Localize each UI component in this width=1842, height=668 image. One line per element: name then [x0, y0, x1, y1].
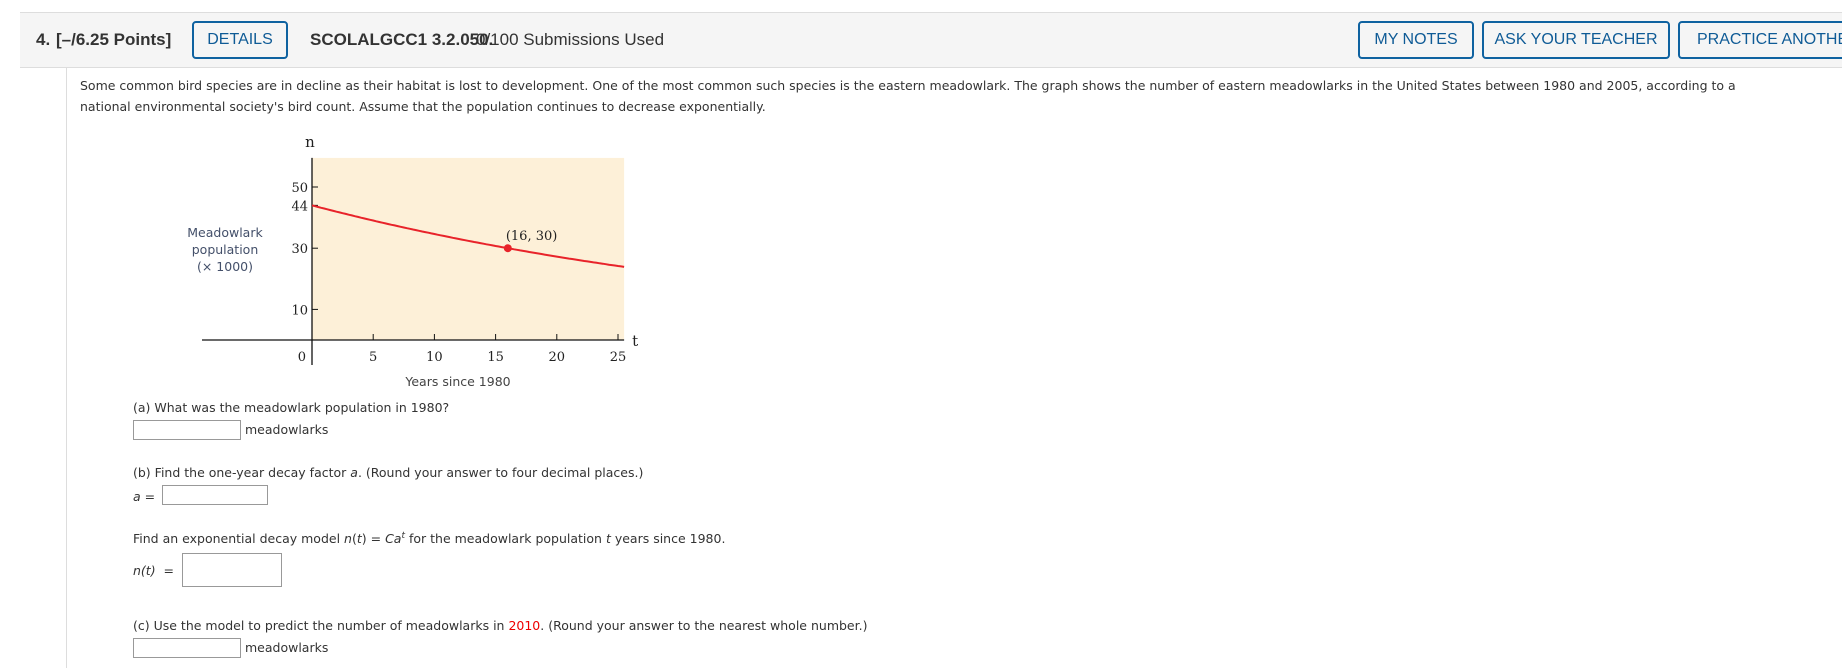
f-ca: Ca [385, 531, 402, 547]
x-tick-label: 20 [549, 350, 566, 365]
plot-background [312, 157, 625, 340]
model-prefix: Find an exponential decay model [133, 531, 345, 547]
model-input[interactable] [182, 553, 282, 587]
f-eq: ) = [361, 531, 386, 547]
f-n: n [344, 531, 352, 547]
a-label: a = [133, 489, 156, 504]
x-axis-variable: t [632, 332, 638, 350]
b-var: a [350, 465, 358, 480]
model-suffix-1: for the meadowlark population [405, 531, 606, 547]
y-axis-label-line: (× 1000) [197, 259, 253, 274]
my-notes-button[interactable]: MY NOTES [1358, 21, 1474, 59]
origin-label: 0 [298, 350, 306, 365]
question-a-unit: meadowlarks [245, 422, 329, 437]
x-tick-label: 15 [487, 350, 504, 365]
question-c-prompt: (c) Use the model to predict the number … [133, 618, 867, 633]
practice-another-button[interactable]: PRACTICE ANOTHER [1678, 21, 1842, 59]
b-suffix: . (Round your answer to four decimal pla… [357, 465, 644, 480]
c-prompt-1: (c) Use the model to predict the number … [133, 618, 509, 633]
data-point [503, 244, 512, 253]
b-prompt-text: (b) Find the one-year decay factor [133, 465, 351, 480]
population-1980-input[interactable] [133, 420, 241, 440]
meadowlark-chart: Meadowlark population (× 1000) 5 10 15 20 25 10… [187, 133, 638, 389]
question-b-prompt: (b) Find the one-year decay factor a. (R… [133, 465, 643, 480]
question-a-prompt: (a) What was the meadowlark population i… [133, 400, 450, 415]
n-label: n(t) = [133, 563, 174, 578]
x-tick-label: 25 [610, 350, 627, 365]
model-suffix-2: years since 1980. [610, 531, 726, 547]
x-tick-label: 5 [369, 350, 377, 365]
y-tick-label: 30 [291, 242, 308, 257]
question-c-unit: meadowlarks [245, 640, 329, 655]
c-year: 2010 [508, 618, 541, 633]
y-axis-variable: n [305, 133, 315, 151]
x-axis-label: Years since 1980 [404, 374, 510, 389]
y-tick-label: 50 [291, 181, 308, 196]
ask-your-teacher-button[interactable]: ASK YOUR TEACHER [1482, 21, 1670, 59]
y-axis-label-line: Meadowlark [187, 225, 263, 240]
x-tick-label: 10 [426, 350, 443, 365]
y-axis-label-line: population [192, 242, 259, 257]
population-2010-input[interactable] [133, 638, 241, 658]
c-prompt-2: . (Round your answer to the nearest whol… [540, 618, 868, 633]
y-axis-label: Meadowlark population (× 1000) [187, 225, 263, 274]
model-prompt: Find an exponential decay model n(t) = C… [133, 531, 725, 546]
y-tick-label: 10 [291, 303, 308, 318]
decay-factor-input[interactable] [162, 485, 268, 505]
point-label: (16, 30) [506, 229, 557, 244]
y-tick-label: 44 [291, 199, 308, 214]
